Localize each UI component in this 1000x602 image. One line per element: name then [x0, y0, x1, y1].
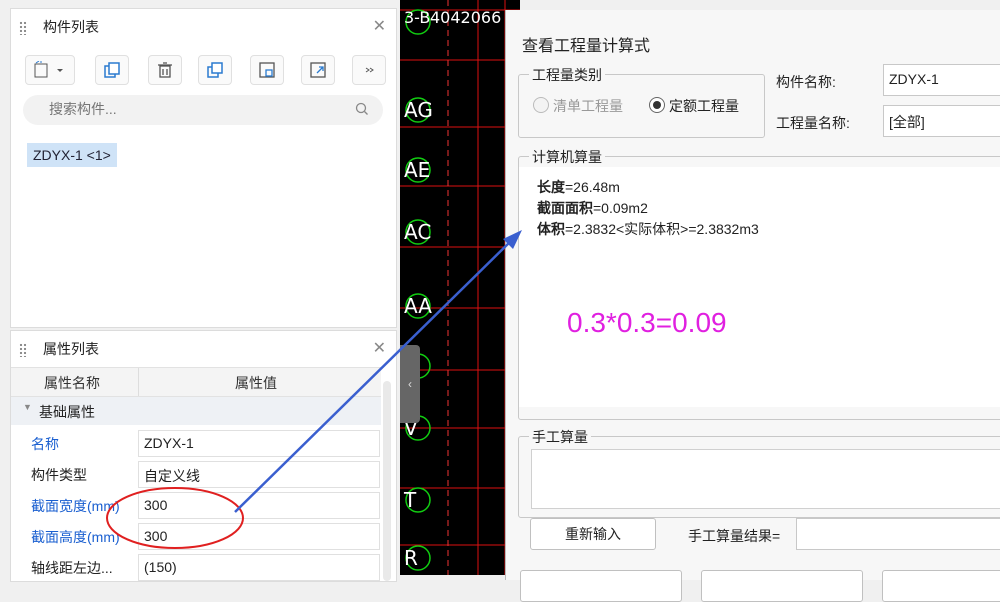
property-name: 截面宽度(mm): [31, 498, 120, 514]
search-input[interactable]: [47, 100, 351, 118]
property-value-field[interactable]: 300: [138, 523, 380, 550]
search-box[interactable]: [23, 95, 383, 125]
drag-grip-icon[interactable]: [19, 343, 27, 357]
drag-grip-icon[interactable]: [19, 21, 27, 35]
formula-line: 截面面积=0.09m2: [537, 200, 648, 216]
component-name-field[interactable]: ZDYX-1: [883, 64, 1000, 96]
quantity-name-select[interactable]: [全部]: [883, 105, 1000, 137]
quantity-formula-dialog: 查看工程量计算式 工程量类别 清单工程量 定额工程量 构件名称: ZDYX-1 …: [505, 10, 1000, 602]
export-icon[interactable]: [301, 55, 335, 85]
computer-quantity-legend: 计算机算量: [529, 147, 605, 167]
property-table-header: 属性名称 属性值: [11, 367, 381, 397]
property-row: 名称 ZDYX-1: [11, 428, 381, 459]
property-value: ZDYX-1: [144, 435, 194, 451]
property-row: 截面宽度(mm) 300: [11, 490, 381, 521]
cad-canvas[interactable]: 3-B 4042066 AG AE AC AA V T R ‹: [400, 0, 520, 575]
component-list-title: 构件列表: [43, 19, 99, 35]
component-name-label: 构件名称:: [776, 74, 836, 90]
manual-result-label: 手工算量结果=: [688, 528, 781, 544]
search-icon[interactable]: [355, 102, 369, 116]
collapse-icon[interactable]: ▼: [23, 402, 32, 412]
property-value-field[interactable]: (150): [138, 554, 380, 581]
column-header-value: 属性值: [235, 375, 277, 391]
section-title: 基础属性: [39, 404, 95, 420]
save-icon[interactable]: [250, 55, 284, 85]
computer-quantity-group: 计算机算量 长度=26.48m 截面面积=0.09m2 体积=2.3832<实际…: [518, 147, 1000, 420]
reenter-button[interactable]: 重新输入: [530, 518, 656, 550]
property-value: (150): [144, 559, 177, 575]
axis-label: AA: [404, 294, 432, 318]
component-list-panel: 构件列表 ✕ ZDYX-1 <1>: [10, 8, 397, 328]
computer-quantity-text[interactable]: 长度=26.48m 截面面积=0.09m2 体积=2.3832<实际体积>=2.…: [519, 167, 1000, 407]
quantity-type-legend: 工程量类别: [529, 65, 605, 85]
radio-bill-label: 清单工程量: [553, 98, 623, 114]
component-list-header: 构件列表 ✕: [11, 9, 396, 45]
manual-quantity-legend: 手工算量: [529, 427, 591, 447]
property-row: 构件类型 自定义线: [11, 459, 381, 490]
axis-label: AC: [404, 220, 432, 244]
axis-label: 3-B: [404, 8, 431, 27]
more-tools-icon[interactable]: [352, 55, 386, 85]
component-name-value: ZDYX-1: [889, 71, 939, 87]
property-list-header: 属性列表 ✕: [11, 331, 396, 367]
axis-label: AE: [404, 158, 431, 182]
annotation-text: 0.3*0.3=0.09: [567, 307, 727, 338]
property-value: 300: [144, 528, 168, 544]
property-name: 截面高度(mm): [31, 529, 120, 545]
property-value-field[interactable]: 300: [138, 492, 380, 519]
property-list-title: 属性列表: [43, 341, 99, 357]
property-value-field[interactable]: 自定义线: [138, 461, 380, 488]
manual-quantity-group: 手工算量: [518, 427, 1000, 518]
axis-label: 4042066: [430, 8, 502, 27]
property-value-field[interactable]: ZDYX-1: [138, 430, 380, 457]
formula-line: 长度=26.48m: [537, 179, 620, 195]
manual-result-field[interactable]: [796, 518, 1000, 550]
property-row: 截面高度(mm) 300: [11, 521, 381, 552]
dialog-title: 查看工程量计算式: [522, 38, 651, 55]
radio-quota-label: 定额工程量: [669, 98, 739, 114]
new-component-button[interactable]: [25, 55, 75, 85]
radio-bill[interactable]: [533, 97, 549, 113]
property-name: 构件类型: [31, 467, 87, 483]
manual-quantity-input[interactable]: [531, 449, 1000, 509]
formula-line: 体积=2.3832<实际体积>=2.3832m3: [537, 221, 759, 237]
property-row: 轴线距左边... (150): [11, 552, 381, 583]
property-value: 自定义线: [144, 468, 200, 484]
property-value: 300: [144, 497, 168, 513]
axis-label: AG: [404, 98, 433, 122]
scrollbar[interactable]: [383, 381, 391, 581]
quantity-name-value: [全部]: [889, 114, 925, 130]
axis-label: T: [404, 488, 417, 512]
property-name: 名称: [31, 436, 59, 452]
axis-label: R: [404, 546, 418, 570]
radio-quota[interactable]: [649, 97, 665, 113]
quantity-type-group: 工程量类别 清单工程量 定额工程量: [518, 65, 765, 138]
property-name: 轴线距左边...: [31, 560, 113, 576]
property-list-panel: 属性列表 ✕ 属性名称 属性值 ▼ 基础属性 名称 ZDYX-1 构件类型 自定…: [10, 330, 397, 582]
column-header-name: 属性名称: [44, 375, 100, 391]
quantity-name-label: 工程量名称:: [776, 115, 850, 131]
collapse-panel-icon[interactable]: ‹: [400, 345, 420, 423]
copy-component-button[interactable]: [95, 55, 129, 85]
close-icon[interactable]: ✕: [373, 331, 386, 367]
section-basic-properties[interactable]: ▼ 基础属性: [11, 397, 381, 425]
copy-to-floor-icon[interactable]: [198, 55, 232, 85]
delete-icon[interactable]: [148, 55, 182, 85]
close-icon[interactable]: ✕: [373, 9, 386, 45]
component-list-item[interactable]: ZDYX-1 <1>: [27, 143, 117, 167]
cad-grid: [400, 0, 520, 575]
